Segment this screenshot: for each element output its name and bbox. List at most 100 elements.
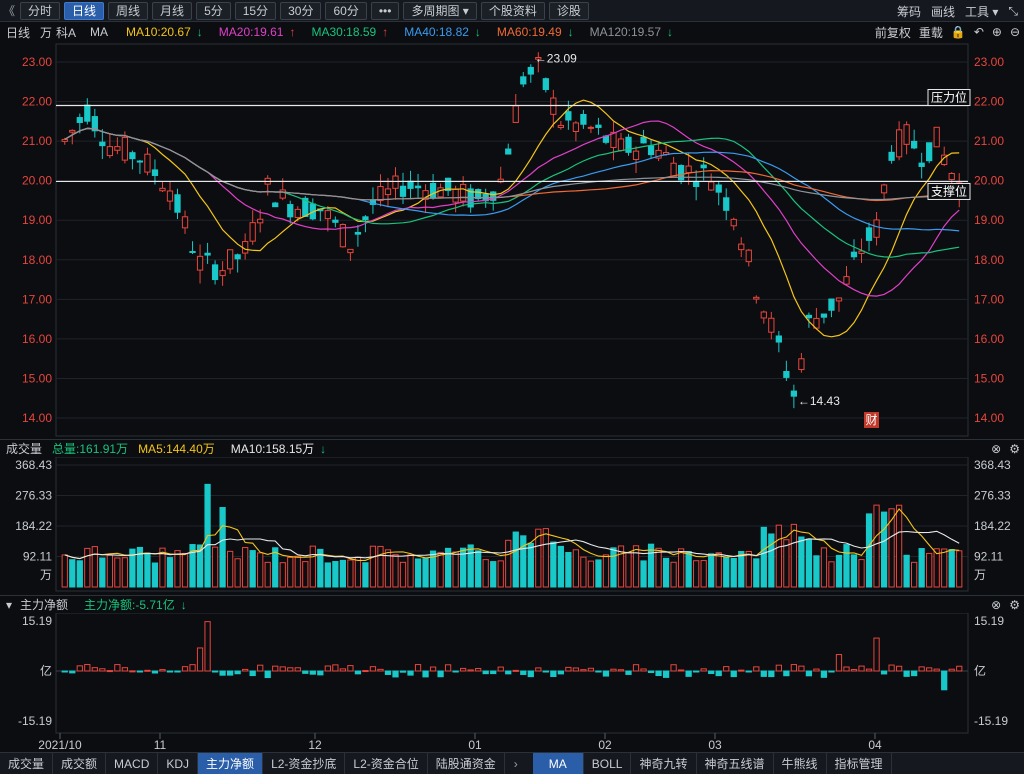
lock-icon[interactable]: 🔒: [951, 25, 966, 39]
volume-legend: 成交量 总量:161.91万 MA5:144.40万 MA10:158.15万 ↓…: [0, 439, 1024, 457]
diagnose-button[interactable]: 诊股: [548, 1, 589, 20]
ma-legend-value: MA30:18.59: [311, 25, 377, 39]
volume-bar: [354, 556, 362, 588]
collapse-icon[interactable]: ▾: [6, 598, 12, 612]
forward-adjust-button[interactable]: 前复权: [875, 24, 911, 41]
up-arrow-icon: ↑: [382, 25, 389, 39]
candle-body: [700, 164, 707, 169]
netflow-bar: [505, 670, 512, 675]
price-chart[interactable]: 23.00 23.00 22.00 22.00 21.00 21.00 20.00 20.00…: [0, 42, 1024, 438]
volume-bar: [324, 562, 331, 588]
more-button[interactable]: •••: [370, 1, 400, 20]
indicator-tab[interactable]: 主力净额: [198, 752, 264, 774]
stock-info-button[interactable]: 个股资料: [480, 1, 545, 20]
close-icon[interactable]: ⊗: [991, 598, 1001, 612]
candle-body: [565, 111, 572, 121]
legend-stock-name: 科A: [56, 25, 77, 40]
volume-bar: [272, 547, 279, 588]
volume-bar: [505, 539, 512, 588]
candle-body: [399, 185, 407, 197]
netflow-bar: [700, 668, 707, 672]
volume-bar: [550, 541, 557, 588]
netflow-tick-left: -15.19: [18, 714, 52, 728]
period-tab-daily[interactable]: 日线: [64, 1, 105, 20]
overlay-tab[interactable]: 神奇九转: [631, 752, 697, 774]
zoom-in-icon[interactable]: ⊕: [992, 25, 1002, 39]
netflow-bar: [843, 666, 850, 672]
legend-ma-label[interactable]: MA: [90, 25, 108, 39]
date-label: 2021/10: [38, 738, 82, 752]
gear-icon[interactable]: ⚙: [1009, 442, 1020, 456]
netflow-bar: [820, 670, 828, 678]
multi-period-button[interactable]: 多周期图 ▾: [403, 1, 477, 20]
volume-chart[interactable]: 368.43 368.43 276.33 276.33 184.22 184.22 92.1…: [0, 457, 1024, 593]
overlay-tab[interactable]: BOLL: [584, 752, 632, 774]
period-tab-intraday[interactable]: 分时: [20, 1, 61, 20]
volume-bar: [565, 551, 572, 588]
zoom-out-icon[interactable]: ⊖: [1010, 25, 1020, 39]
period-tab-30min[interactable]: 30分: [280, 1, 322, 20]
indicator-tab[interactable]: L2-资金抄底: [263, 752, 346, 774]
netflow-bar: [911, 670, 918, 677]
netflow-bar: [535, 667, 542, 672]
down-arrow-icon: ↓: [196, 25, 203, 39]
candle-body: [384, 188, 392, 196]
candle-body: [196, 255, 204, 271]
volume-bar: [257, 552, 264, 588]
period-tab-weekly[interactable]: 周线: [108, 1, 149, 20]
netflow-chart[interactable]: 15.19 15.19 亿 亿 -15.19 -15.19 2021/10 11 12 01 02 0…: [0, 613, 1024, 752]
legend-right: 前复权 重载 🔒 ↶ ⊕ ⊖: [867, 23, 1020, 41]
volume-bar: [234, 558, 241, 588]
chevron-right-icon[interactable]: ›: [505, 753, 527, 774]
volume-bar: [309, 545, 316, 588]
overlay-tab[interactable]: MA: [532, 752, 584, 774]
tools-button[interactable]: 工具 ▾: [965, 3, 998, 20]
volume-bar: [655, 547, 662, 588]
netflow-bar: [610, 668, 617, 672]
candle-body: [407, 180, 414, 189]
indicator-tab[interactable]: L2-资金合位: [345, 752, 428, 774]
indicator-tab[interactable]: MACD: [106, 752, 159, 774]
overlay-tab[interactable]: 神奇五线谱: [697, 752, 774, 774]
volume-bar: [174, 550, 181, 588]
netflow-bar: [482, 670, 489, 675]
indicator-tab[interactable]: 陆股通资金: [428, 752, 505, 774]
netflow-bar: [880, 670, 888, 675]
date-label: 03: [708, 738, 722, 752]
volume-bar: [926, 552, 933, 588]
ma-legend-value: MA20:19.61: [218, 25, 284, 39]
indicator-tabs: 成交量 成交额 MACD KDJ 主力净额 L2-资金抄底 L2-资金合位 陆股通资金 › MA B…: [0, 752, 1024, 774]
indicator-tab[interactable]: KDJ: [158, 752, 199, 774]
ma10-line: [64, 99, 960, 338]
netflow-bar: [895, 665, 903, 672]
netflow-value-text: 主力净额:-5.71亿: [84, 598, 175, 612]
undo-icon[interactable]: ↶: [974, 25, 984, 39]
netflow-bar: [640, 668, 647, 672]
candle-body: [723, 197, 730, 211]
period-tab-monthly[interactable]: 月线: [152, 1, 193, 20]
overlay-tab[interactable]: 指标管理: [827, 752, 892, 774]
netflow-bar: [565, 666, 572, 672]
back-chevron-icon[interactable]: 《: [2, 2, 16, 20]
overlay-tab[interactable]: 牛熊线: [774, 752, 827, 774]
indicator-tab[interactable]: 成交量: [0, 752, 54, 774]
period-tab-15min[interactable]: 15分: [234, 1, 277, 20]
volume-bar: [339, 559, 347, 588]
netflow-bar: [595, 670, 602, 673]
volume-bar: [211, 546, 219, 588]
chips-button[interactable]: 筹码: [897, 3, 921, 20]
close-icon[interactable]: ⊗: [991, 442, 1001, 456]
date-label: 01: [468, 738, 482, 752]
indicator-tab[interactable]: 成交额: [53, 752, 107, 774]
price-tick-left: 17.00: [22, 292, 52, 306]
draw-line-button[interactable]: 画线: [931, 3, 955, 20]
gear-icon[interactable]: ⚙: [1009, 598, 1020, 612]
period-tab-5min[interactable]: 5分: [196, 1, 231, 20]
period-tab-60min[interactable]: 60分: [325, 1, 367, 20]
netflow-bar: [257, 664, 264, 672]
candle-body: [234, 254, 241, 260]
price-tick-left: 15.00: [22, 371, 52, 385]
netflow-bar: [805, 670, 813, 677]
reload-button[interactable]: 重载: [919, 24, 943, 41]
expand-icon[interactable]: ⤡: [1008, 4, 1018, 19]
